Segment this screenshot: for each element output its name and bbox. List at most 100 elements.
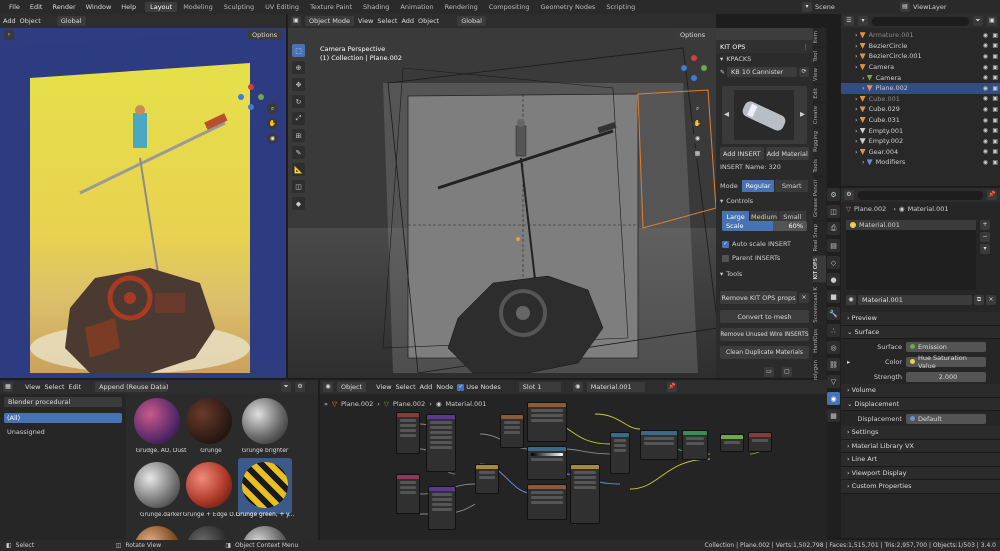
controls-arrow-icon[interactable]: ▾ xyxy=(720,197,723,205)
node-texcoord[interactable] xyxy=(396,412,420,454)
asset-select-menu[interactable]: Select xyxy=(44,383,64,391)
custom-props-section[interactable]: › Custom Properties xyxy=(841,480,1000,494)
tab-grease-pencil[interactable]: Grease Pencil xyxy=(813,176,826,220)
move-icon[interactable]: ✥ xyxy=(292,78,305,91)
tab-hardops[interactable]: HardOps xyxy=(813,326,826,357)
add-slot-icon[interactable]: + xyxy=(980,220,990,230)
main-3d-view[interactable]: ⌕ ✋ ◉ ▦ xyxy=(288,28,716,378)
expand-arrow-icon[interactable]: › xyxy=(855,63,858,71)
use-nodes-toggle[interactable]: ✓ Use Nodes xyxy=(457,383,501,391)
main-view-menu[interactable]: View xyxy=(358,17,373,25)
tools-arrow-icon[interactable]: ▾ xyxy=(720,270,723,278)
grid-icon[interactable]: ▦ xyxy=(692,148,703,159)
outliner-row[interactable]: › Armature.001 ◉ ▣ xyxy=(841,30,1000,41)
clean-materials-button[interactable]: Clean Duplicate Materials xyxy=(720,346,809,359)
menu-file[interactable]: File xyxy=(4,3,25,11)
color-input-field[interactable]: Hue Saturation Value xyxy=(906,354,986,370)
node-node-menu[interactable]: Node xyxy=(436,383,453,391)
mode-dropdown[interactable]: Object Mode xyxy=(305,16,354,26)
node-noise[interactable] xyxy=(500,414,524,448)
outliner-row[interactable]: › BezierCircle.001 ◉ ▣ xyxy=(841,51,1000,62)
color-expand-icon[interactable]: ▸ xyxy=(847,358,855,366)
left-options-button[interactable]: Options xyxy=(248,30,282,40)
hand-icon[interactable]: ✋ xyxy=(692,118,703,129)
left-add-menu[interactable]: Add xyxy=(3,17,16,25)
zoom-icon[interactable]: ⌕ xyxy=(692,103,703,114)
preview-section[interactable]: › Preview xyxy=(841,312,1000,326)
expand-arrow-icon[interactable]: › xyxy=(855,95,858,103)
visibility-eye-icon[interactable]: ◉ xyxy=(983,117,988,124)
expand-arrow-icon[interactable]: › xyxy=(862,84,865,92)
visibility-eye-icon[interactable]: ◉ xyxy=(983,42,988,49)
import-mode-dropdown[interactable]: Append (Reuse Data) xyxy=(95,382,169,392)
node-colorramp[interactable] xyxy=(527,446,567,480)
node-mix-rgb[interactable] xyxy=(570,464,600,524)
asset-row3-thumb-3[interactable] xyxy=(242,526,288,540)
visibility-eye-icon[interactable]: ◉ xyxy=(983,32,988,39)
output-props-icon[interactable]: ⎙ xyxy=(827,222,840,235)
library-dropdown[interactable]: Blender procedural xyxy=(4,397,122,407)
surface-section[interactable]: ⌄ Surface xyxy=(841,325,1000,339)
slot-dropdown[interactable]: Slot 1 xyxy=(518,382,561,392)
tab-edit[interactable]: Edit xyxy=(813,85,826,102)
visibility-eye-icon[interactable]: ◉ xyxy=(983,159,988,166)
outliner-row[interactable]: › Camera ◉ ▣ xyxy=(841,72,1000,83)
menu-help[interactable]: Help xyxy=(116,3,141,11)
tab-uv-editing[interactable]: UV Editing xyxy=(260,2,304,12)
material-props-icon[interactable]: ◉ xyxy=(827,392,840,405)
hand-icon[interactable]: ✋ xyxy=(267,118,278,129)
node-select-menu[interactable]: Select xyxy=(396,383,416,391)
surface-shader-field[interactable]: Emission xyxy=(906,341,986,352)
menu-edit[interactable]: Edit xyxy=(25,3,48,11)
asset-view-menu[interactable]: View xyxy=(25,383,40,391)
scale-icon[interactable]: ⤢ xyxy=(292,112,305,125)
outliner-row[interactable]: › Camera ◉ ▣ xyxy=(841,62,1000,73)
render-camera-icon[interactable]: ▣ xyxy=(992,106,998,113)
lineart-section[interactable]: › Line Art xyxy=(841,453,1000,467)
world-props-icon[interactable]: ● xyxy=(827,273,840,286)
node-pin-icon[interactable]: 📌 xyxy=(666,382,677,392)
tab-kitops[interactable]: KIT OPS xyxy=(813,255,826,283)
rotate-icon[interactable]: ↻ xyxy=(292,95,305,108)
node-canvas[interactable] xyxy=(320,394,827,540)
expand-arrow-icon[interactable]: › xyxy=(855,127,858,135)
expand-arrow-icon[interactable]: › xyxy=(855,105,858,113)
tab-shading[interactable]: Shading xyxy=(358,2,394,12)
remove-props-button[interactable]: Remove KIT OPS props xyxy=(720,291,797,304)
camera-icon[interactable]: ◉ xyxy=(267,133,278,144)
outliner-row[interactable]: › Empty.002 ◉ ▣ xyxy=(841,136,1000,147)
slot-menu-icon[interactable]: ▾ xyxy=(980,244,990,254)
strength-field[interactable]: 2.000 xyxy=(906,371,986,382)
render-camera-icon[interactable]: ▣ xyxy=(992,148,998,155)
main-add-menu[interactable]: Add xyxy=(401,17,414,25)
asset-grunge-darker-thumb[interactable] xyxy=(134,462,180,508)
collapse-arrow-icon[interactable]: ▾ xyxy=(720,55,723,63)
main-select-menu[interactable]: Select xyxy=(377,17,397,25)
close-icon[interactable]: × xyxy=(799,292,809,303)
visibility-eye-icon[interactable]: ◉ xyxy=(983,148,988,155)
asset-filter-icon[interactable]: ⏷ xyxy=(281,382,292,392)
visibility-eye-icon[interactable]: ◉ xyxy=(983,138,988,145)
asset-settings-icon[interactable]: ⚙ xyxy=(295,382,306,392)
tab-rendering[interactable]: Rendering xyxy=(440,2,483,12)
volume-section[interactable]: › Volume xyxy=(841,384,1000,398)
transform-icon[interactable]: ⊞ xyxy=(292,129,305,142)
outliner-row[interactable]: › Cube.001 ◉ ▣ xyxy=(841,94,1000,105)
tab-scripting[interactable]: Scripting xyxy=(601,2,640,12)
menu-render[interactable]: Render xyxy=(47,3,80,11)
tab-animation[interactable]: Animation xyxy=(395,2,438,12)
expand-arrow-icon[interactable]: › xyxy=(862,158,865,166)
main-orientation-dropdown[interactable]: Global xyxy=(457,16,486,26)
modifier-props-icon[interactable]: 🔧 xyxy=(827,307,840,320)
data-props-icon[interactable]: ▽ xyxy=(827,375,840,388)
convert-mesh-button[interactable]: Convert to mesh xyxy=(720,310,809,323)
visibility-eye-icon[interactable]: ◉ xyxy=(983,64,988,71)
screen-icon[interactable]: ▭ xyxy=(764,367,774,377)
shader-type-dropdown[interactable]: Object xyxy=(337,382,367,392)
asset-editor-icon[interactable]: ▦ xyxy=(3,382,13,392)
render-camera-icon[interactable]: ▣ xyxy=(992,127,998,134)
render-camera-icon[interactable]: ▣ xyxy=(992,117,998,124)
material-name-field[interactable]: Material.001 xyxy=(858,295,972,305)
settings-section[interactable]: › Settings xyxy=(841,426,1000,440)
cursor-icon[interactable]: ⊕ xyxy=(292,61,305,74)
